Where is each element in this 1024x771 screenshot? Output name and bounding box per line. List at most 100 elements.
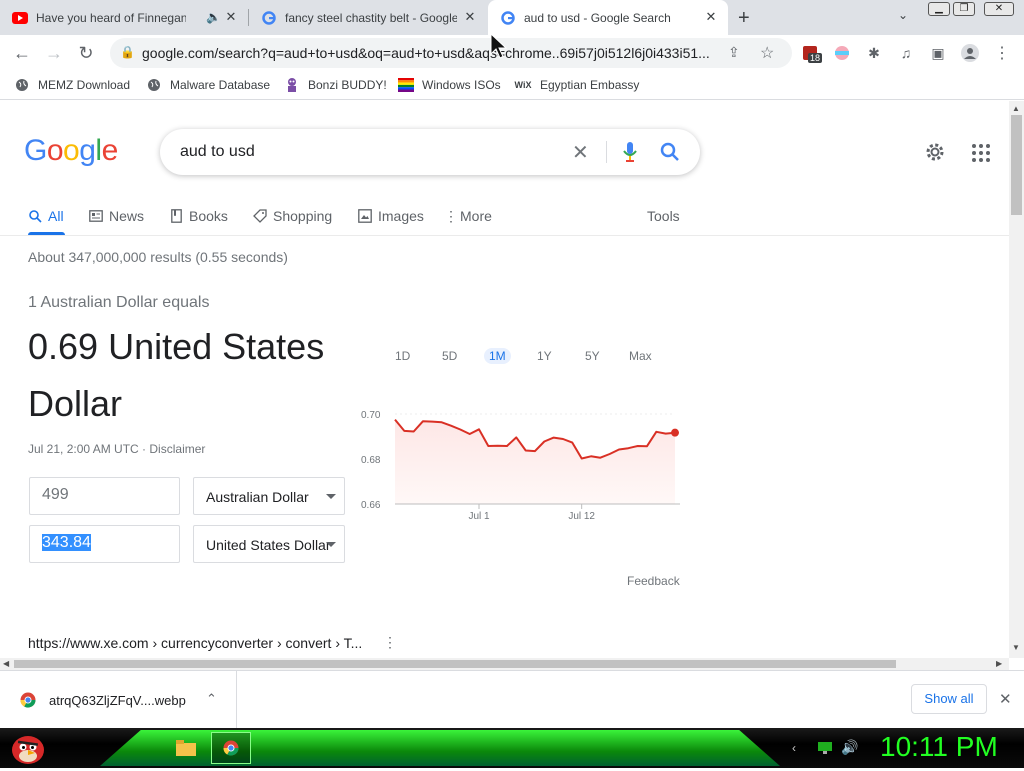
menu-dots-icon[interactable]: ⋮ bbox=[992, 43, 1012, 63]
y-tick-label: 0.66 bbox=[361, 500, 381, 511]
address-bar[interactable]: 🔒 google.com/search?q=aud+to+usd&oq=aud+… bbox=[110, 38, 792, 68]
from-currency-select[interactable]: Australian Dollar bbox=[193, 477, 345, 515]
bookmark-egyptian-embassy[interactable]: WiX Egyptian Embassy bbox=[514, 76, 640, 94]
vertical-scrollbar[interactable]: ▲ ▼ bbox=[1009, 101, 1024, 658]
bookmark-label: Malware Database bbox=[170, 78, 271, 92]
tab-news[interactable]: News bbox=[89, 205, 144, 227]
show-hidden-icons-icon[interactable]: ‹ bbox=[792, 741, 796, 755]
speaker-icon[interactable]: 🔈 bbox=[206, 10, 221, 24]
show-all-button[interactable]: Show all bbox=[911, 684, 987, 714]
apps-grid-icon[interactable] bbox=[972, 144, 990, 167]
puzzle-icon[interactable]: ✱ bbox=[864, 43, 884, 63]
forward-button[interactable]: → bbox=[40, 39, 68, 67]
feedback-link[interactable]: Feedback bbox=[627, 574, 680, 588]
tab-all[interactable]: All bbox=[28, 205, 64, 227]
horizontal-scroll-thumb[interactable] bbox=[14, 660, 896, 668]
microphone-icon[interactable] bbox=[622, 141, 638, 168]
range-5d[interactable]: 5D bbox=[442, 349, 457, 363]
taskbar-chrome-button[interactable] bbox=[211, 732, 251, 764]
scroll-down-arrow[interactable]: ▼ bbox=[1012, 643, 1020, 652]
extension-icon[interactable]: 18 bbox=[800, 43, 823, 63]
close-icon[interactable]: ✕ bbox=[999, 690, 1012, 708]
media-control-icon[interactable]: ♫ bbox=[896, 43, 916, 63]
tab-aud-to-usd[interactable]: aud to usd - Google Search ✕ bbox=[488, 0, 728, 35]
converter-equals-label: 1 Australian Dollar equals bbox=[28, 294, 210, 311]
more-options-icon[interactable]: ⋮ bbox=[383, 634, 397, 651]
tab-title: fancy steel chastity belt - Google bbox=[285, 10, 457, 25]
search-input[interactable]: aud to usd bbox=[180, 143, 255, 161]
bookmark-label: Windows ISOs bbox=[422, 78, 501, 92]
exchange-rate-chart[interactable]: 0.70 0.68 0.66 Jul 1 Jul 12 bbox=[355, 389, 695, 519]
clear-icon[interactable]: ✕ bbox=[572, 140, 589, 165]
close-icon[interactable]: ✕ bbox=[463, 10, 477, 24]
bookmark-malware-db[interactable]: Malware Database bbox=[146, 76, 270, 94]
x-tick-label: Jul 12 bbox=[568, 511, 595, 519]
back-button[interactable]: ← bbox=[8, 39, 36, 67]
taskbar-clock[interactable]: 10:11 PM bbox=[880, 731, 998, 763]
y-tick-label: 0.68 bbox=[361, 455, 381, 466]
search-icon[interactable] bbox=[660, 142, 680, 167]
tab-images[interactable]: Images bbox=[358, 205, 424, 227]
chart-area bbox=[395, 419, 675, 504]
minimize-button[interactable]: ▁ bbox=[928, 2, 950, 16]
result-breadcrumb[interactable]: https://www.xe.com › currencyconverter ›… bbox=[28, 635, 362, 651]
bookmark-memz[interactable]: MEMZ Download bbox=[14, 76, 130, 94]
taskbar: ‹ 🔊 10:11 PM bbox=[0, 728, 1024, 768]
conversion-rate-line2: Dollar bbox=[28, 383, 123, 424]
disclaimer-link[interactable]: Disclaimer bbox=[149, 442, 205, 456]
from-amount-input[interactable]: 499 bbox=[29, 477, 180, 515]
divider bbox=[606, 141, 607, 163]
range-1m[interactable]: 1M bbox=[484, 348, 511, 364]
reload-button[interactable]: ↻ bbox=[72, 39, 100, 67]
close-icon[interactable]: ✕ bbox=[704, 10, 718, 24]
share-icon[interactable]: ⇪ bbox=[728, 44, 740, 61]
chevron-up-icon[interactable]: ⌃ bbox=[206, 691, 217, 707]
close-window-button[interactable]: ✕ bbox=[984, 2, 1014, 16]
pride-extension-icon[interactable] bbox=[832, 43, 852, 63]
network-icon[interactable] bbox=[818, 741, 832, 759]
new-tab-button[interactable]: + bbox=[738, 7, 750, 30]
range-max[interactable]: Max bbox=[629, 349, 652, 363]
bookmark-bonzi[interactable]: Bonzi BUDDY! bbox=[284, 76, 387, 94]
to-currency-label: United States Dollar bbox=[206, 537, 331, 553]
range-1y[interactable]: 1Y bbox=[537, 349, 552, 363]
start-button-angry-bird-icon[interactable] bbox=[8, 730, 48, 771]
tools-button[interactable]: Tools bbox=[647, 205, 680, 227]
bookmark-star-icon[interactable]: ☆ bbox=[760, 43, 774, 63]
file-explorer-icon[interactable] bbox=[176, 740, 196, 761]
to-currency-select[interactable]: United States Dollar bbox=[193, 525, 345, 563]
profile-avatar[interactable] bbox=[960, 43, 980, 63]
tab-more[interactable]: ⋮ More bbox=[444, 205, 492, 227]
download-item[interactable]: atrqQ63ZljZFqV....webp ⌃ bbox=[0, 671, 237, 729]
chevron-down-icon[interactable]: ⌄ bbox=[898, 8, 908, 22]
bookmark-windows-isos[interactable]: Windows ISOs bbox=[398, 76, 501, 94]
search-box[interactable]: aud to usd ✕ bbox=[160, 129, 700, 175]
scroll-left-arrow[interactable]: ◀ bbox=[3, 659, 9, 668]
vertical-scroll-thumb[interactable] bbox=[1011, 115, 1022, 215]
horizontal-scrollbar[interactable]: ◀ ▶ bbox=[0, 658, 1009, 670]
search-icon bbox=[28, 209, 42, 223]
range-1d[interactable]: 1D bbox=[395, 349, 410, 363]
restore-button[interactable]: ❐ bbox=[953, 2, 975, 16]
scroll-right-arrow[interactable]: ▶ bbox=[996, 659, 1002, 668]
side-panel-icon[interactable]: ▣ bbox=[928, 43, 948, 63]
tab-label: Books bbox=[189, 208, 228, 224]
tab-chastity-search[interactable]: fancy steel chastity belt - Google ✕ bbox=[249, 0, 487, 35]
tab-label: Shopping bbox=[273, 208, 333, 224]
lock-icon[interactable]: 🔒 bbox=[120, 45, 135, 59]
chrome-icon bbox=[223, 740, 239, 761]
range-5y[interactable]: 5Y bbox=[585, 349, 600, 363]
volume-icon[interactable]: 🔊 bbox=[841, 739, 858, 756]
close-icon[interactable]: ✕ bbox=[224, 10, 238, 24]
scroll-up-arrow[interactable]: ▲ bbox=[1012, 104, 1020, 113]
tab-label: All bbox=[48, 208, 64, 224]
tools-label: Tools bbox=[647, 208, 680, 224]
tab-shopping[interactable]: Shopping bbox=[253, 205, 332, 227]
to-amount-input[interactable]: 343.84 bbox=[29, 525, 180, 563]
bookmarks-bar: MEMZ Download Malware Database Bonzi BUD… bbox=[0, 70, 1024, 100]
tab-books[interactable]: Books bbox=[169, 205, 228, 227]
settings-gear-icon[interactable] bbox=[924, 141, 946, 168]
google-logo[interactable]: Google bbox=[24, 134, 118, 168]
tab-youtube[interactable]: Have you heard of Finnegan 🔈 ✕ bbox=[0, 0, 248, 35]
tab-label: News bbox=[109, 208, 145, 224]
